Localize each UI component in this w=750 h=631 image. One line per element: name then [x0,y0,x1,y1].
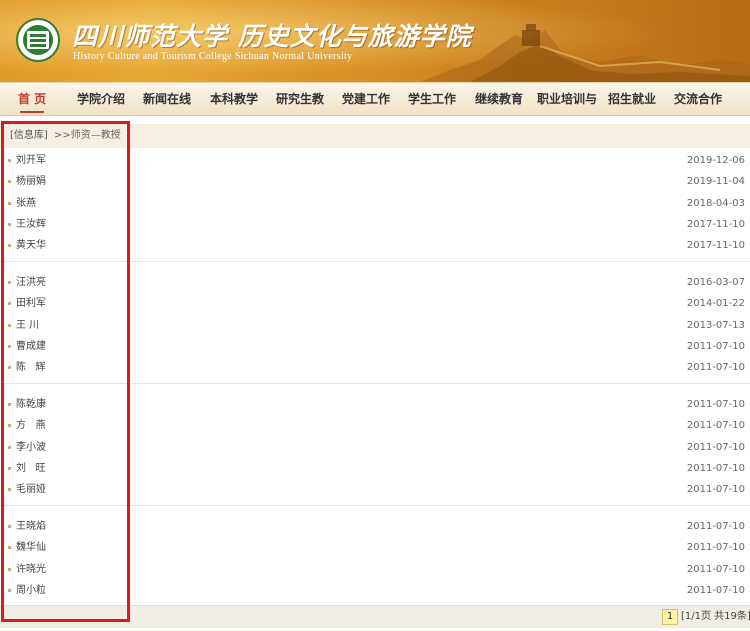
nav-undergrad[interactable]: 本科教学 [210,83,258,115]
publish-date: 2018-04-03 [686,197,745,209]
nav-admissions[interactable]: 招生就业 [608,83,656,115]
college-title-en: History Culture and Tourism College Sich… [73,51,353,62]
nav-exchange[interactable]: 交流合作 [674,83,722,115]
nav-continuing-ed[interactable]: 继续教育 [475,83,523,115]
university-seal-icon[interactable] [16,18,60,62]
nav-news[interactable]: 新闻在线 [143,83,191,115]
publish-date: 2011-07-10 [686,484,745,496]
page-number-current[interactable]: 1 [662,609,678,625]
publish-date: 2011-07-10 [686,399,745,410]
publish-date: 2019-11-04 [686,176,745,188]
publish-date: 2011-07-10 [686,521,745,532]
publish-date: 2011-07-10 [686,542,745,554]
nav-home[interactable]: 首 页 [18,83,46,115]
publish-date: 2011-07-10 [686,563,745,575]
publish-date: 2016-03-07 [686,277,745,288]
publish-date: 2011-07-10 [686,462,745,474]
publish-date: 2011-07-10 [686,584,745,596]
nav-college-intro[interactable]: 学院介绍 [77,83,125,115]
nav-party[interactable]: 党建工作 [342,83,390,115]
main-nav: 首 页 学院介绍 新闻在线 本科教学 研究生教 党建工作 学生工作 继续教育 职… [0,82,750,116]
college-title-cn: 四川师范大学 历史文化与旅游学院 [72,22,472,51]
nav-graduate[interactable]: 研究生教 [276,83,324,115]
seal-inner [23,25,53,55]
nav-student[interactable]: 学生工作 [408,83,456,115]
highlight-box [1,121,130,622]
publish-date: 2017-11-10 [686,240,745,252]
publish-date: 2019-12-06 [686,155,745,166]
publish-date: 2011-07-10 [686,340,745,352]
publish-date: 2014-01-22 [686,298,745,310]
publish-date: 2011-07-10 [686,362,745,374]
header-banner: 四川师范大学 历史文化与旅游学院 History Culture and Tou… [0,0,750,82]
publish-date: 2011-07-10 [686,420,745,432]
nav-vocational[interactable]: 职业培训与 [537,83,597,115]
publish-date: 2013-07-13 [686,319,745,331]
publish-date: 2017-11-10 [686,218,745,230]
pager-info: [1/1页 共19条] [681,611,750,622]
publish-date: 2011-07-10 [686,441,745,453]
